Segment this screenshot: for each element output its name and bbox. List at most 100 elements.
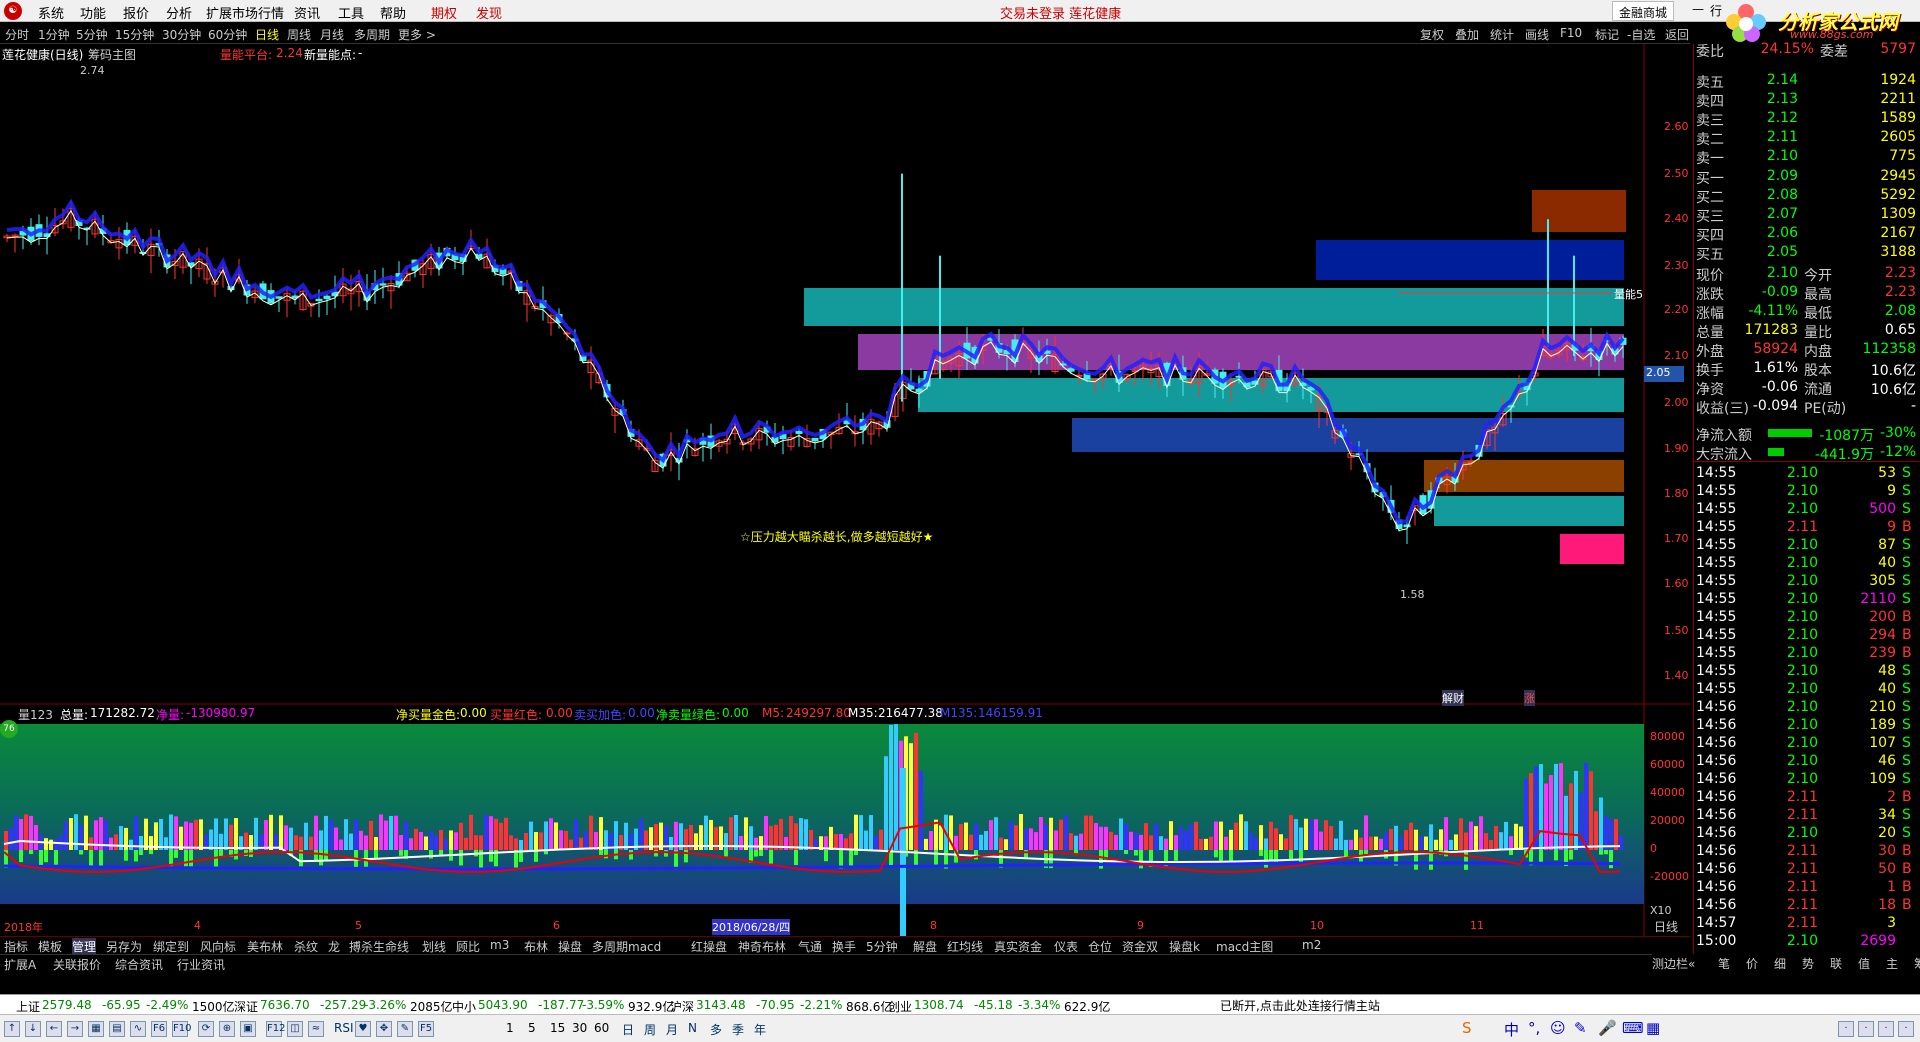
- indicator-tab[interactable]: 龙: [328, 938, 340, 955]
- indicator-tab[interactable]: 顾比: [456, 938, 480, 955]
- indicator-tab[interactable]: 换手: [832, 938, 856, 955]
- f12-icon[interactable]: F12: [266, 1021, 285, 1037]
- minute-period-button[interactable]: 60: [594, 1021, 609, 1035]
- kline-chart-area[interactable]: 莲花健康(日线) 筹码主图 量能平台: 2.24 新量能点: - 2.74 1.…: [0, 44, 1690, 936]
- period-tab[interactable]: 月线: [320, 26, 344, 43]
- box-icon[interactable]: ◫: [287, 1021, 303, 1037]
- indicator-tab[interactable]: 气通: [798, 938, 822, 955]
- tool-stats[interactable]: 统计: [1490, 26, 1514, 43]
- tool-fuquan[interactable]: 复权: [1420, 26, 1444, 43]
- indicator-tab[interactable]: 解盘: [913, 938, 937, 955]
- tool-back[interactable]: 返回: [1665, 26, 1689, 43]
- menu-quote[interactable]: 报价: [123, 3, 149, 22]
- indicator-tab[interactable]: 管理: [72, 938, 97, 955]
- minute-period-button[interactable]: 5: [528, 1021, 536, 1035]
- tool-mark[interactable]: 标记: [1595, 26, 1619, 43]
- period-tab[interactable]: 30分钟: [162, 26, 201, 43]
- indicator-tab[interactable]: 真实资金: [994, 938, 1042, 955]
- indicator-tab[interactable]: m2: [1302, 938, 1321, 952]
- f6-icon[interactable]: F6: [151, 1021, 167, 1037]
- rsi-icon[interactable]: RSI: [334, 1021, 354, 1035]
- tray-box-icon[interactable]: ·: [1838, 1021, 1854, 1037]
- heart-icon[interactable]: ♥: [355, 1021, 371, 1037]
- tool-watchlist[interactable]: -自选: [1627, 26, 1655, 43]
- extension-tab[interactable]: 综合资讯: [115, 956, 163, 973]
- ime-punct-icon[interactable]: °,: [1528, 1019, 1540, 1037]
- indicator-tab[interactable]: 红操盘: [691, 938, 727, 955]
- indicator-tab[interactable]: 另存为: [106, 938, 142, 955]
- indicator-tab[interactable]: 杀纹: [294, 938, 318, 955]
- period-tab-active[interactable]: 日线: [255, 26, 279, 43]
- menu-extended-market[interactable]: 扩展市场行情: [206, 3, 284, 22]
- indicator-tab[interactable]: 搏杀生命线: [349, 938, 409, 955]
- event-label-rise[interactable]: 涨: [1524, 690, 1535, 706]
- side-tab[interactable]: 筹: [1914, 955, 1920, 972]
- menu-tools[interactable]: 工具: [338, 3, 364, 22]
- period-tab[interactable]: 周线: [287, 26, 311, 43]
- ime-menu-icon[interactable]: ▦: [1646, 1019, 1660, 1037]
- extension-tab[interactable]: 关联报价: [53, 956, 101, 973]
- app-logo-icon[interactable]: ☯: [4, 2, 22, 20]
- indicator-tab[interactable]: 布林: [524, 938, 548, 955]
- side-tab[interactable]: 势: [1802, 955, 1814, 972]
- indicator-tab[interactable]: 操盘k: [1169, 938, 1200, 955]
- indicator-tab[interactable]: 操盘: [558, 938, 582, 955]
- calendar-period-button[interactable]: 周: [644, 1021, 656, 1038]
- volume-badge[interactable]: 76: [0, 720, 18, 738]
- f5-icon[interactable]: F5: [418, 1021, 434, 1037]
- menu-options[interactable]: 期权: [431, 3, 457, 22]
- minute-period-button[interactable]: 15: [550, 1021, 565, 1035]
- indicator-tab[interactable]: 指标: [4, 938, 28, 955]
- period-tab[interactable]: 多周期: [354, 26, 390, 43]
- indicator-tab[interactable]: 风向标: [200, 938, 236, 955]
- tray-settings-icon[interactable]: ·: [1898, 1021, 1914, 1037]
- side-tab[interactable]: 细: [1774, 955, 1786, 972]
- down-arrow-icon[interactable]: ↓: [25, 1021, 41, 1037]
- calendar-period-button[interactable]: 多: [710, 1021, 722, 1038]
- period-tab-more[interactable]: 更多 >: [398, 26, 436, 43]
- chart-icon[interactable]: ∿: [130, 1021, 146, 1037]
- pen-icon[interactable]: ✎: [397, 1021, 413, 1037]
- ime-keyboard-icon[interactable]: ⌨: [1622, 1019, 1644, 1037]
- tool-f10[interactable]: F10: [1560, 26, 1582, 40]
- index-name[interactable]: 深证: [234, 998, 258, 1015]
- calendar-period-button[interactable]: 年: [754, 1021, 766, 1038]
- ime-pen-icon[interactable]: ✎: [1574, 1019, 1587, 1037]
- calendar-period-button[interactable]: N: [688, 1021, 697, 1035]
- menu-discover[interactable]: 发现: [476, 3, 502, 22]
- move-icon[interactable]: ✥: [376, 1021, 392, 1037]
- tray-smile-icon[interactable]: ·: [1858, 1021, 1874, 1037]
- indicator-tab[interactable]: 绑定到: [153, 938, 189, 955]
- calendar-period-button[interactable]: 季: [732, 1021, 744, 1038]
- indicator-tab[interactable]: 划线: [422, 938, 446, 955]
- event-label-finance[interactable]: 解财: [1442, 690, 1464, 706]
- menu-help[interactable]: 帮助: [380, 3, 406, 22]
- left-arrow-icon[interactable]: ←: [46, 1021, 62, 1037]
- finance-mall-button[interactable]: 金融商城: [1612, 1, 1675, 21]
- side-tab[interactable]: 价: [1746, 955, 1758, 972]
- tray-network-icon[interactable]: ·: [1878, 1021, 1894, 1037]
- side-tab[interactable]: 主: [1886, 955, 1898, 972]
- volume-indicator-name[interactable]: 量123: [18, 706, 53, 723]
- extension-tab[interactable]: 行业资讯: [177, 956, 225, 973]
- indicator-tab[interactable]: 5分钟: [866, 938, 898, 955]
- index-name[interactable]: 沪深: [670, 998, 694, 1015]
- indicator-tab[interactable]: 神奇布林: [738, 938, 786, 955]
- right-arrow-icon[interactable]: →: [67, 1021, 83, 1037]
- f10-icon[interactable]: F10: [172, 1021, 191, 1037]
- wave-icon[interactable]: ≈: [308, 1021, 324, 1037]
- side-tab[interactable]: 联: [1830, 955, 1842, 972]
- indicator-tab[interactable]: 红均线: [947, 938, 983, 955]
- ime-chinese-icon[interactable]: 中: [1504, 1019, 1519, 1040]
- indicator-tab[interactable]: 仓位: [1088, 938, 1112, 955]
- grid-icon[interactable]: ▦: [88, 1021, 104, 1037]
- calendar-period-button[interactable]: 日: [622, 1021, 634, 1038]
- tool-draw[interactable]: 画线: [1525, 26, 1549, 43]
- zoom-icon[interactable]: ⊕: [219, 1021, 235, 1037]
- chip-main-label[interactable]: 筹码主图: [88, 46, 136, 63]
- period-tab[interactable]: 60分钟: [208, 26, 247, 43]
- indicator-tab[interactable]: 仪表: [1054, 938, 1078, 955]
- ime-mic-icon[interactable]: 🎤: [1598, 1019, 1617, 1037]
- side-tab[interactable]: 值: [1858, 955, 1870, 972]
- period-tab[interactable]: 15分钟: [115, 26, 154, 43]
